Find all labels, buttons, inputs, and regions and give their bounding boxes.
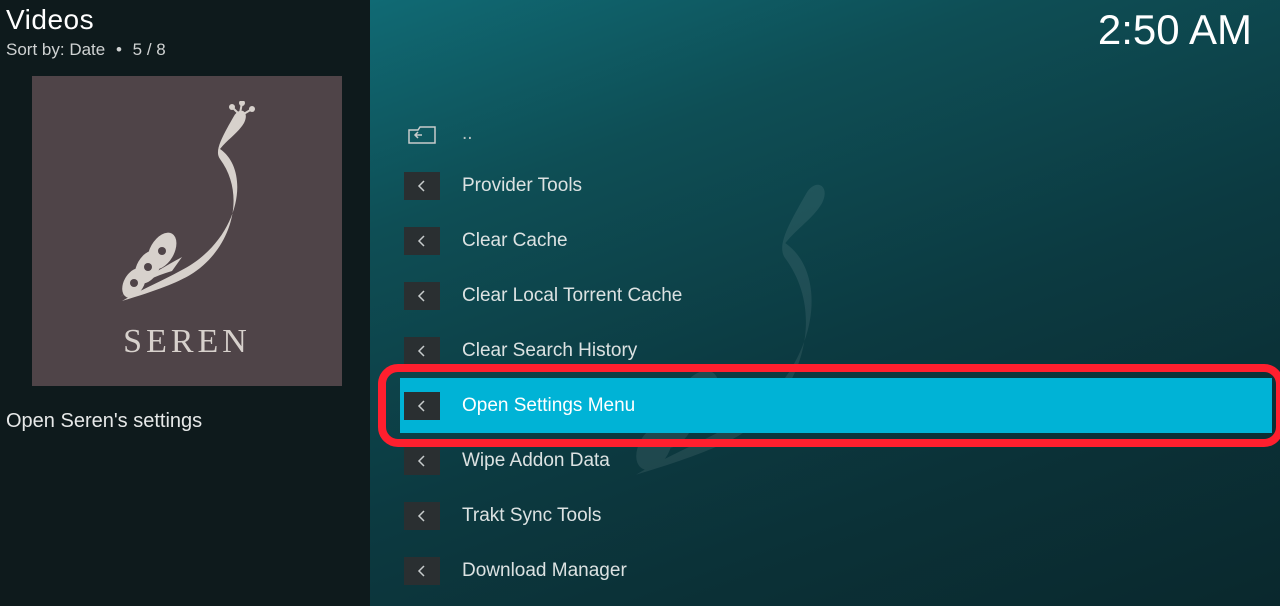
sort-prefix: Sort by:	[6, 40, 65, 59]
menu-list: .. Provider Tools Clear Cache Clear Local …	[400, 110, 1272, 598]
menu-item[interactable]: Clear Search History	[400, 323, 1272, 378]
sidebar: Videos Sort by: Date • 5 / 8	[0, 0, 370, 606]
menu-item[interactable]: Wipe Addon Data	[400, 433, 1272, 488]
menu-item-label: Wipe Addon Data	[462, 450, 610, 472]
folder-back-icon	[404, 120, 440, 148]
menu-item[interactable]: Trakt Sync Tools	[400, 488, 1272, 543]
chevron-left-icon	[404, 337, 440, 365]
chevron-left-icon	[404, 502, 440, 530]
sort-mode: Date	[69, 40, 105, 59]
main-panel: 2:50 AM .. Provider To	[370, 0, 1280, 606]
clock: 2:50 AM	[1098, 6, 1252, 54]
menu-item[interactable]: Download Manager	[400, 543, 1272, 598]
separator-dot: •	[110, 40, 128, 59]
section-title: Videos	[6, 4, 370, 36]
menu-item-label: Clear Search History	[462, 340, 637, 362]
chevron-left-icon	[404, 557, 440, 585]
menu-item-label: Clear Cache	[462, 230, 568, 252]
menu-item-label: Trakt Sync Tools	[462, 505, 601, 527]
menu-item-label: Open Settings Menu	[462, 395, 635, 417]
thumbnail-caption: SEREN	[123, 323, 251, 361]
chevron-left-icon	[404, 392, 440, 420]
parent-directory-label: ..	[462, 123, 473, 145]
chevron-left-icon	[404, 282, 440, 310]
list-position: 5 / 8	[133, 40, 166, 59]
chevron-left-icon	[404, 447, 440, 475]
sort-line[interactable]: Sort by: Date • 5 / 8	[6, 40, 370, 60]
item-description: Open Seren's settings	[6, 410, 370, 433]
app-root: Videos Sort by: Date • 5 / 8	[0, 0, 1280, 606]
seren-peacock-icon	[102, 101, 272, 311]
menu-item-label: Clear Local Torrent Cache	[462, 285, 682, 307]
menu-item[interactable]: Open Settings Menu	[400, 378, 1272, 433]
menu-item[interactable]: Provider Tools	[400, 158, 1272, 213]
chevron-left-icon	[404, 227, 440, 255]
menu-item-label: Provider Tools	[462, 175, 582, 197]
menu-item[interactable]: Clear Cache	[400, 213, 1272, 268]
menu-item[interactable]: Clear Local Torrent Cache	[400, 268, 1272, 323]
menu-item-label: Download Manager	[462, 560, 627, 582]
addon-thumbnail: SEREN	[32, 76, 342, 386]
chevron-left-icon	[404, 172, 440, 200]
parent-directory-item[interactable]: ..	[400, 110, 1272, 158]
